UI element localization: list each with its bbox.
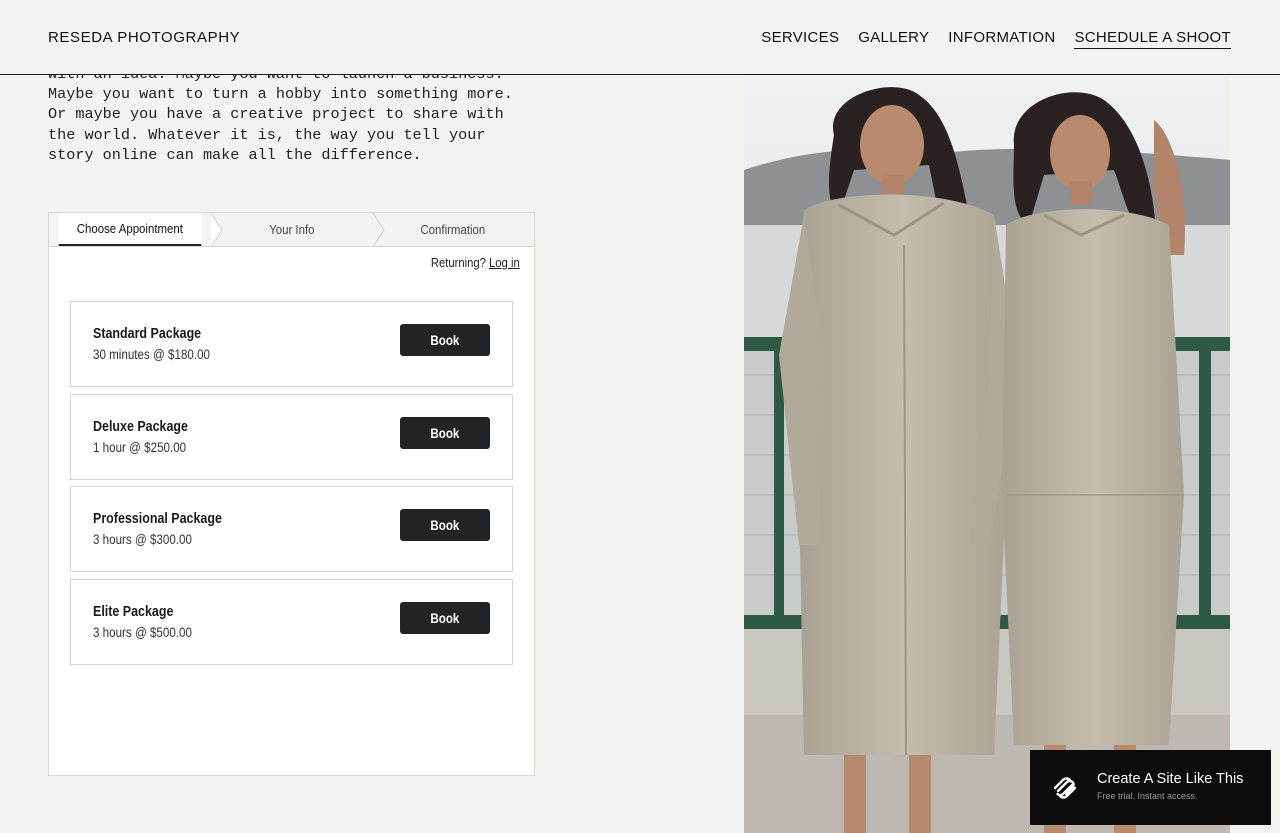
step-divider-icon: [372, 213, 385, 247]
login-link[interactable]: Log in: [489, 256, 520, 270]
package-card: Professional Package 3 hours @ $300.00 B…: [70, 486, 513, 572]
book-button-label: Book: [430, 425, 460, 441]
returning-label: Returning?: [431, 256, 487, 270]
book-button[interactable]: Book: [400, 417, 490, 449]
nav-services[interactable]: SERVICES: [761, 29, 839, 49]
intro-line: Or maybe you have a creative project to …: [48, 105, 504, 124]
book-button[interactable]: Book: [400, 509, 490, 541]
package-details: 3 hours @ $300.00: [93, 532, 192, 547]
package-details: 1 hour @ $250.00: [93, 440, 187, 455]
package-name: Elite Package: [93, 604, 174, 620]
package-card: Elite Package 3 hours @ $500.00 Book: [70, 579, 513, 665]
book-button-label: Book: [430, 610, 460, 626]
book-button-label: Book: [430, 332, 460, 348]
main-nav: SERVICES GALLERY INFORMATION SCHEDULE A …: [761, 29, 1231, 49]
nav-information[interactable]: INFORMATION: [948, 29, 1055, 49]
site-brand[interactable]: RESEDA PHOTOGRAPHY: [48, 29, 240, 46]
package-details: 30 minutes @ $180.00: [93, 347, 211, 362]
squarespace-logo-icon: [1053, 777, 1077, 799]
returning-login: Returning? Log in: [431, 256, 520, 270]
promo-title: Create A Site Like This: [1097, 771, 1244, 787]
intro-line: Maybe you want to turn a hobby into some…: [48, 85, 513, 104]
step-choose-appointment[interactable]: Choose Appointment: [58, 213, 201, 246]
package-card: Deluxe Package 1 hour @ $250.00 Book: [70, 394, 513, 480]
package-details: 3 hours @ $500.00: [93, 625, 192, 640]
book-button-label: Book: [430, 517, 460, 533]
package-name: Standard Package: [93, 326, 202, 342]
models-photo-illustration: [744, 75, 1230, 833]
step-confirmation[interactable]: Confirmation: [382, 213, 524, 246]
package-name: Professional Package: [93, 511, 222, 527]
intro-line: the world. Whatever it is, the way you t…: [48, 125, 486, 144]
appointment-scheduler: Choose Appointment Your Info Confirmatio…: [48, 212, 535, 776]
book-button[interactable]: Book: [400, 602, 490, 634]
package-card: Standard Package 30 minutes @ $180.00 Bo…: [70, 301, 513, 387]
step-your-info[interactable]: Your Info: [220, 213, 362, 246]
promo-subtitle: Free trial. Instant access.: [1097, 791, 1198, 801]
create-site-promo[interactable]: Create A Site Like This Free trial. Inst…: [1030, 750, 1271, 825]
nav-schedule-a-shoot[interactable]: SCHEDULE A SHOOT: [1074, 29, 1231, 49]
scheduler-steps: Choose Appointment Your Info Confirmatio…: [49, 213, 534, 247]
package-name: Deluxe Package: [93, 419, 188, 435]
hero-photo: [744, 75, 1230, 833]
intro-paragraph: with an idea. Maybe you want to launch a…: [48, 64, 528, 165]
intro-line: story online can make all the difference…: [48, 145, 422, 164]
book-button[interactable]: Book: [400, 324, 490, 356]
nav-gallery[interactable]: GALLERY: [858, 29, 929, 49]
step-divider-icon: [210, 213, 223, 247]
site-header: RESEDA PHOTOGRAPHY SERVICES GALLERY INFO…: [0, 0, 1280, 75]
